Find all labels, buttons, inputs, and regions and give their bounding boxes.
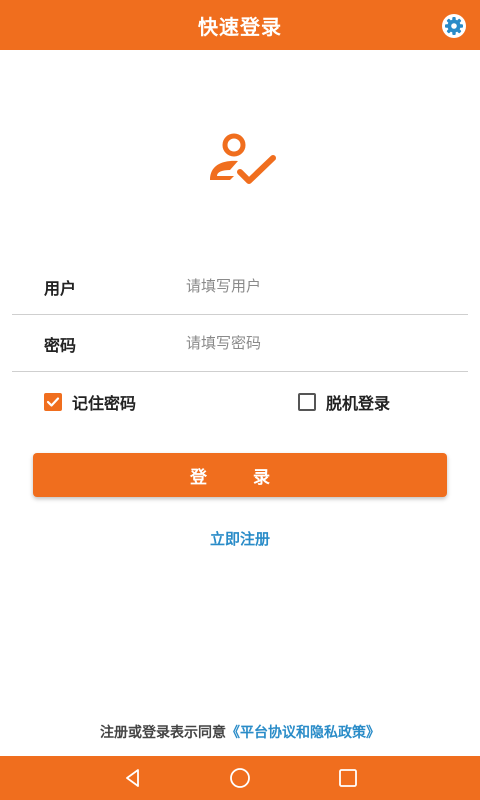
username-label: 用户 <box>44 279 77 298</box>
login-button[interactable]: 登 录 <box>33 453 447 497</box>
user-check-logo <box>204 130 276 190</box>
back-triangle-icon <box>126 769 139 787</box>
agreement-text: 注册或登录表示同意《平台协议和隐私政策》 <box>0 722 480 742</box>
password-input[interactable] <box>184 326 458 360</box>
nav-back-button[interactable] <box>121 766 145 790</box>
nav-recent-button[interactable] <box>336 766 360 790</box>
username-row: 用户 <box>12 257 468 315</box>
agreement-prefix: 注册或登录表示同意 <box>100 725 226 741</box>
settings-button[interactable] <box>440 12 468 40</box>
system-nav-bar <box>0 756 480 800</box>
password-row: 密码 <box>12 314 468 372</box>
agreement-link[interactable]: 《平台协议和隐私政策》 <box>226 725 380 741</box>
password-label: 密码 <box>44 336 77 355</box>
gear-icon <box>442 14 466 38</box>
remember-label: 记住密码 <box>72 394 137 413</box>
offline-login-option[interactable]: 脱机登录 <box>298 390 390 414</box>
top-bar: 快速登录 <box>0 0 480 50</box>
remember-checkbox[interactable] <box>44 393 62 411</box>
checkmark-icon <box>46 397 60 407</box>
username-input[interactable] <box>184 269 458 303</box>
offline-checkbox[interactable] <box>298 393 316 411</box>
register-link[interactable]: 立即注册 <box>0 528 480 549</box>
home-circle-icon <box>230 768 250 788</box>
recent-square-icon <box>339 769 357 787</box>
page-title: 快速登录 <box>198 14 282 39</box>
nav-home-button[interactable] <box>228 766 252 790</box>
user-check-icon <box>210 133 276 184</box>
remember-password-option[interactable]: 记住密码 <box>44 390 136 414</box>
offline-label: 脱机登录 <box>326 394 391 413</box>
